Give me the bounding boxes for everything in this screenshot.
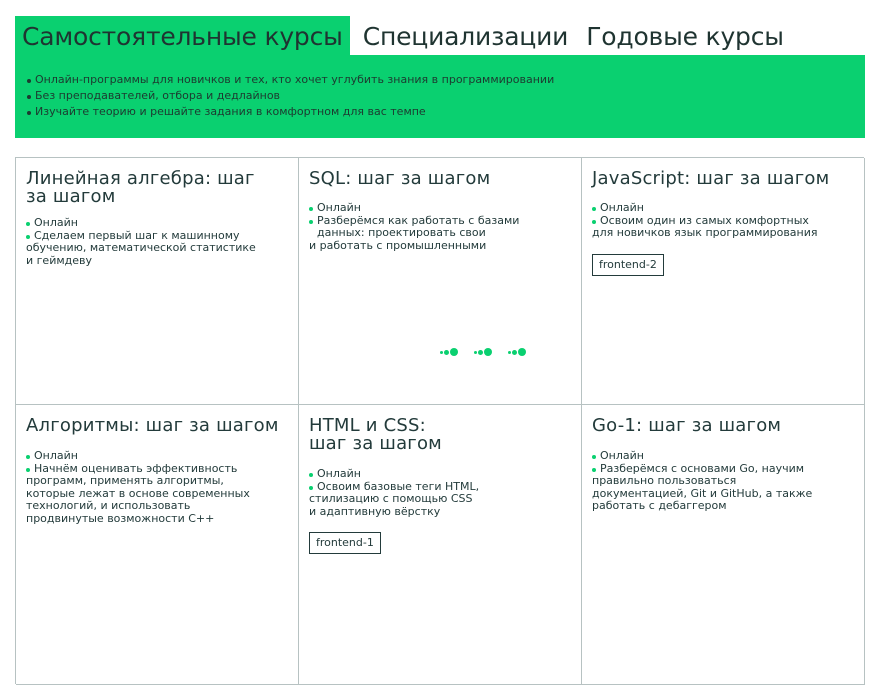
tab-specializations[interactable]: Специализации	[356, 16, 576, 56]
course-format: Онлайн	[309, 201, 571, 215]
course-card-javascript[interactable]: JavaScript: шаг за шагом Онлайн Освоим о…	[582, 158, 865, 405]
course-meta: Онлайн Разберёмся как работать с базами …	[309, 201, 571, 253]
course-description-line: обучению, математической статистике	[26, 241, 256, 254]
course-meta: Онлайн Разберёмся с основами Go, научим …	[592, 449, 854, 513]
banner-item: Изучайте теорию и решайте задания в комф…	[27, 104, 865, 120]
course-format: Онлайн	[26, 216, 288, 230]
course-title-line: Go-1: шаг за шагом	[592, 415, 782, 436]
course-format: Онлайн	[592, 201, 854, 215]
course-title: Алгоритмы: шаг за шагом	[26, 417, 288, 435]
tab-self-paced-courses[interactable]: Самостоятельные курсы	[15, 16, 350, 56]
course-description-line: и адаптивную вёрстку	[309, 504, 441, 518]
course-tag[interactable]: frontend-1	[309, 532, 381, 554]
course-description-line: правильно пользоваться	[592, 474, 737, 487]
course-card-linear-algebra[interactable]: Линейная алгебра: шаг за шагом Онлайн Сд…	[16, 158, 299, 405]
course-grid: Линейная алгебра: шаг за шагом Онлайн Сд…	[15, 157, 865, 685]
banner-list: Онлайн-программы для новичков и тех, кто…	[27, 72, 865, 120]
course-title-line: за шагом	[26, 186, 116, 207]
course-description-line: и работать с промышленными	[309, 238, 487, 252]
course-meta: Онлайн Начнём оценивать эффективность пр…	[26, 449, 288, 526]
course-description: Разберёмся с основами Go, научим правиль…	[592, 462, 854, 513]
banner-item: Без преподавателей, отбора и дедлайнов	[27, 88, 865, 104]
course-title: Линейная алгебра: шаг за шагом	[26, 170, 288, 206]
info-banner: Онлайн-программы для новичков и тех, кто…	[15, 55, 865, 138]
course-format: Онлайн	[309, 467, 571, 481]
course-title: SQL: шаг за шагом	[309, 170, 571, 188]
course-meta: Онлайн Освоим один из самых комфортных д…	[592, 201, 854, 240]
banner-item: Онлайн-программы для новичков и тех, кто…	[27, 72, 865, 88]
course-title: HTML и CSS: шаг за шагом	[309, 417, 571, 453]
course-format: Онлайн	[26, 449, 288, 463]
course-type-tabs: Самостоятельные курсы Специализации Годо…	[15, 16, 791, 56]
course-description: Сделаем первый шаг к машинному обучению,…	[26, 229, 288, 268]
course-description-line: стилизацию с помощью CSS	[309, 492, 473, 505]
course-title-line: JavaScript: шаг за шагом	[592, 168, 830, 189]
course-card-go[interactable]: Go-1: шаг за шагом Онлайн Разберёмся с о…	[582, 405, 865, 685]
course-description-line: продвинутые возможности C++	[26, 511, 215, 525]
course-description: Освоим базовые теги HTML, стилизацию с п…	[309, 480, 571, 519]
course-title: JavaScript: шаг за шагом	[592, 170, 854, 188]
course-description-line: данных: проектировать свои	[317, 226, 486, 239]
loading-dot-group	[508, 348, 526, 356]
course-description: Начнём оценивать эффективность программ,…	[26, 462, 288, 526]
course-title-line: шаг за шагом	[309, 433, 442, 454]
course-card-html-css[interactable]: HTML и CSS: шаг за шагом Онлайн Освоим б…	[299, 405, 582, 685]
course-title-line: Алгоритмы: шаг за шагом	[26, 415, 279, 436]
course-description-line: для новичков язык программирования	[592, 226, 818, 239]
course-description-line: и геймдеву	[26, 253, 93, 267]
loading-dot-group	[474, 348, 492, 356]
course-title-line: SQL: шаг за шагом	[309, 168, 491, 189]
course-meta: Онлайн Освоим базовые теги HTML, стилиза…	[309, 467, 571, 519]
tab-annual-courses[interactable]: Годовые курсы	[579, 16, 791, 56]
course-description-line: программ, применять алгоритмы,	[26, 474, 224, 487]
course-description-line: работать с дебаггером	[592, 499, 727, 512]
loading-dots-icon	[440, 348, 526, 356]
loading-dot-group	[440, 348, 458, 356]
course-card-algorithms[interactable]: Алгоритмы: шаг за шагом Онлайн Начнём оц…	[16, 405, 299, 685]
course-format: Онлайн	[592, 449, 854, 463]
course-description: Разберёмся как работать с базами данных:…	[309, 214, 571, 253]
course-tag[interactable]: frontend-2	[592, 253, 664, 276]
course-description: Освоим один из самых комфортных для нови…	[592, 214, 854, 240]
course-meta: Онлайн Сделаем первый шаг к машинному об…	[26, 216, 288, 268]
course-card-sql[interactable]: SQL: шаг за шагом Онлайн Разберёмся как …	[299, 158, 582, 405]
course-description-line: технологий, и использовать	[26, 499, 191, 512]
course-title: Go-1: шаг за шагом	[592, 417, 854, 435]
